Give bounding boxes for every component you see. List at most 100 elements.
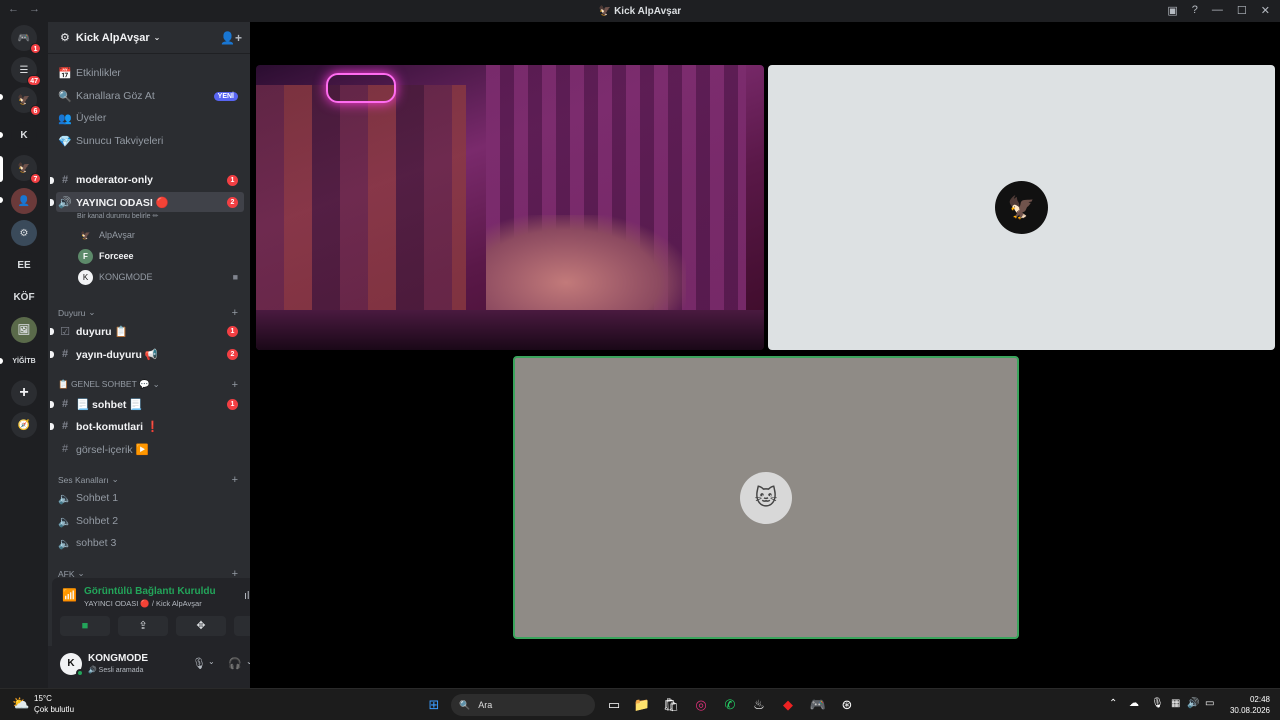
- mic-tray-icon[interactable]: 🎙: [1151, 698, 1164, 709]
- hashtag-icon: #: [61, 348, 69, 360]
- discord-icon[interactable]: 🎮: [809, 696, 827, 714]
- video-tile-speaking[interactable]: 🐱: [513, 356, 1019, 639]
- category-label: Ses Kanalları: [58, 474, 109, 485]
- store-icon[interactable]: 🛍: [662, 696, 680, 714]
- neon-sign: [326, 73, 396, 103]
- battery-icon[interactable]: ▭: [1205, 698, 1214, 709]
- channel-sohbet[interactable]: # 📃 sohbet 📃 1: [50, 394, 244, 414]
- discover-icon[interactable]: 🧭: [11, 412, 37, 438]
- wall-posters: [256, 85, 466, 345]
- voice-channel-yayinci-odasi[interactable]: 🔊 YAYINCI ODASI 🔴 2: [50, 192, 244, 212]
- voice-channel-sohbet-2[interactable]: 🔈 Sohbet 2: [56, 511, 244, 531]
- voice-user-forceee[interactable]: F Forceee: [78, 247, 238, 265]
- server-icon-kof[interactable]: KÖF: [11, 284, 37, 310]
- dm-badge: 1: [30, 43, 41, 54]
- search-icon: 🔍: [459, 699, 471, 710]
- announcement-icon: ☑: [60, 325, 70, 338]
- add-channel-icon[interactable]: +: [232, 474, 238, 486]
- headphones-icon[interactable]: 🎧: [228, 657, 242, 670]
- channel-moderator-only[interactable]: # moderator-only 1: [50, 170, 244, 190]
- hashtag-icon: #: [61, 420, 69, 432]
- maximize-button[interactable]: ☐: [1237, 4, 1247, 17]
- minimize-button[interactable]: —: [1212, 4, 1223, 17]
- server-icon-ee[interactable]: EE: [11, 252, 37, 278]
- user-status-text: Sesli aramada: [98, 667, 144, 674]
- add-channel-icon[interactable]: +: [232, 379, 238, 391]
- unread-indicator: [50, 350, 54, 358]
- app-icon-red[interactable]: ◆: [779, 696, 797, 714]
- channel-status-hint[interactable]: Bir kanal durumu belirle ✏: [77, 212, 158, 220]
- category-duyuru[interactable]: Duyuru ⌄ +: [58, 307, 242, 319]
- server-icon-yigitb[interactable]: YİĞİTB: [11, 348, 37, 374]
- channel-label: YAYINCI ODASI 🔴: [76, 196, 169, 209]
- channel-gorsel-icerik[interactable]: # görsel-içerik ▶️: [56, 439, 244, 459]
- unread-indicator: [50, 400, 54, 408]
- speaker-icon: 🔊: [58, 196, 72, 209]
- server-glyph: ⚙: [19, 227, 29, 239]
- server-header[interactable]: ⚙ Kick AlpAvşar ⌄ 👤+: [48, 22, 250, 54]
- video-tile-alpavsar[interactable]: 🦅: [768, 65, 1275, 350]
- add-server-icon[interactable]: +: [11, 380, 37, 406]
- activities-button[interactable]: ✥: [176, 616, 226, 636]
- app-icon-round[interactable]: ⊛: [838, 696, 856, 714]
- sidebar-item-browse-channels[interactable]: 🔍 Kanallara Göz At YENİ: [56, 86, 244, 106]
- connection-signal-icon[interactable]: 📶: [62, 588, 77, 602]
- inbox-icon[interactable]: ▣: [1167, 4, 1177, 17]
- server-emblem-icon: ⚙: [60, 32, 70, 44]
- camera-button[interactable]: ■: [60, 616, 110, 636]
- task-view-icon[interactable]: ▭: [605, 696, 623, 714]
- category-ses-kanallari[interactable]: Ses Kanalları ⌄ +: [58, 474, 242, 486]
- direct-messages-icon[interactable]: 🎮 1: [11, 25, 41, 54]
- microphone-icon[interactable]: 🎙: [192, 657, 206, 670]
- sidebar-item-server-boosts[interactable]: 💎 Sunucu Takviyeleri: [56, 131, 244, 151]
- channel-label: Sohbet 1: [76, 492, 119, 504]
- chevron-down-icon[interactable]: ⌄: [208, 657, 215, 666]
- help-icon[interactable]: ?: [1192, 4, 1198, 17]
- search-box[interactable]: 🔍 Ara: [451, 694, 595, 716]
- whatsapp-icon[interactable]: ✆: [721, 696, 739, 714]
- category-genel-sohbet[interactable]: 📋 GENEL SOHBET 💬 ⌄ +: [58, 379, 242, 391]
- voice-user-alpavsar[interactable]: 🦅 AlpAvşar: [78, 226, 238, 244]
- sidebar-item-events[interactable]: 📅 Etkinlikler: [56, 63, 244, 83]
- voice-channel-sohbet-3[interactable]: 🔈 sohbet 3: [56, 533, 244, 553]
- sidebar-item-members[interactable]: 👥 Üyeler: [56, 108, 244, 128]
- channel-bot-komutlari[interactable]: # bot-komutlari ❗: [50, 416, 244, 436]
- channel-yayin-duyuru[interactable]: # yayın-duyuru 📢 2: [50, 344, 244, 364]
- chevron-down-icon: ⌄: [88, 307, 96, 317]
- close-button[interactable]: ✕: [1261, 4, 1270, 17]
- add-channel-icon[interactable]: +: [232, 307, 238, 319]
- unread-pill: [0, 358, 3, 364]
- channel-duyuru[interactable]: ☑ duyuru 📋 1: [50, 321, 244, 341]
- steam-icon[interactable]: ♨: [750, 696, 768, 714]
- server-icon-image[interactable]: 🖼: [11, 317, 37, 343]
- screen-share-button[interactable]: ⇪: [118, 616, 168, 636]
- server-glyph: 🖼: [17, 324, 31, 336]
- server-icon-eagle[interactable]: 🦅 6: [11, 87, 41, 116]
- server-icon-avatar[interactable]: 👤: [11, 188, 37, 214]
- weather-icon[interactable]: ⛅: [12, 695, 29, 712]
- video-tile-stream[interactable]: [256, 65, 764, 350]
- voice-channel-sohbet-1[interactable]: 🔈 Sohbet 1: [56, 488, 244, 508]
- file-explorer-icon[interactable]: 📁: [633, 696, 651, 714]
- category-label: AFK: [58, 568, 75, 579]
- channel-label: bot-komutlari ❗: [76, 420, 160, 433]
- wifi-icon[interactable]: ▦: [1171, 698, 1180, 709]
- invite-people-icon[interactable]: 👤+: [220, 31, 242, 45]
- username[interactable]: KONGMODE: [88, 653, 148, 664]
- system-clock[interactable]: 02:48 30.08.2026: [1230, 694, 1270, 716]
- server-icon-group[interactable]: ⚙: [11, 220, 37, 246]
- voice-user-kongmode[interactable]: K KONGMODE ■: [78, 268, 238, 286]
- server-icon-kick-alpavsar[interactable]: 🦅 7: [11, 155, 41, 184]
- server-rail: 🎮 1 ☰ 47 🦅 6 K 🦅 7 👤 ⚙ EE KÖF 🖼 YİĞİTB + 🧭: [0, 22, 48, 688]
- server-glyph: 🦅: [17, 162, 31, 174]
- voice-status-subtitle[interactable]: YAYINCI ODASI 🔴 / Kick AlpAvşar: [84, 599, 202, 608]
- chevron-up-icon[interactable]: ⌃: [1109, 698, 1117, 709]
- volume-icon[interactable]: 🔊: [1187, 698, 1199, 709]
- server-icon-list[interactable]: ☰ 47: [11, 57, 41, 86]
- app-icon-pink[interactable]: ◎: [692, 696, 710, 714]
- channel-label: duyuru 📋: [76, 325, 128, 338]
- channel-label: Sohbet 2: [76, 515, 119, 527]
- network-app-icon[interactable]: ☁: [1129, 698, 1139, 709]
- start-icon[interactable]: ⊞: [425, 696, 443, 714]
- server-icon-k[interactable]: K: [11, 122, 37, 148]
